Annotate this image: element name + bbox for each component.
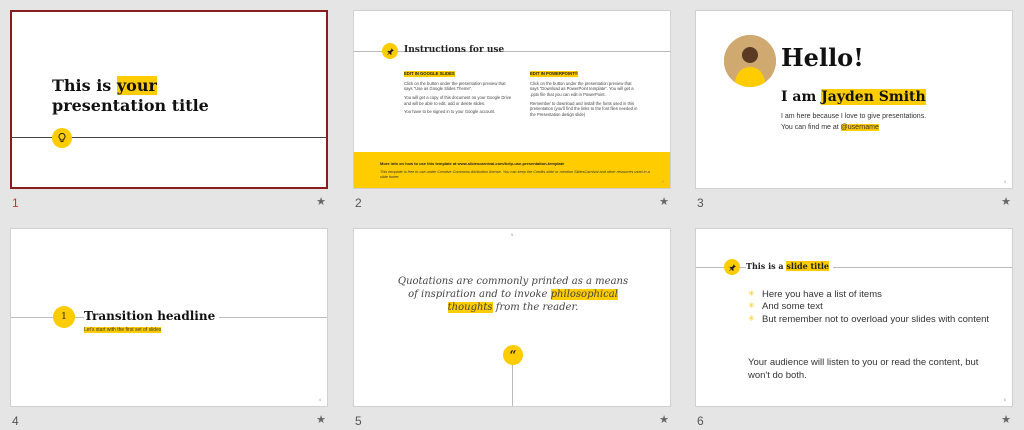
list-item: Here you have a list of items [748,289,1008,301]
speaker-contact: You can find me at @username [781,124,879,131]
avatar [724,35,776,87]
slide-title: This is a slide title [746,261,834,271]
slide-1[interactable]: This is your presentation title [10,10,328,189]
google-slides-instructions: EDIT IN GOOGLE SLIDES Click on the butto… [404,71,512,115]
quote-text: Quotations are commonly printed as a mea… [397,276,629,313]
star-icon[interactable]: ★ [1001,413,1011,426]
star-icon[interactable]: ★ [316,413,326,426]
star-icon[interactable]: ★ [1001,195,1011,208]
divider-line [354,51,670,52]
slide-number: 6 [697,414,704,428]
slide-number: 5 [355,414,362,428]
hello-heading: Hello! [781,43,864,72]
slide-4[interactable]: 1 Transition headline Let's start with t… [10,228,328,407]
transition-subtitle: Let's start with the first set of slides [84,327,162,333]
lightbulb-icon [52,128,72,148]
star-icon[interactable]: ★ [316,195,326,208]
slide-number: 3 [697,196,704,210]
slide-number: 4 [12,414,19,428]
info-footer: More info on how to use this template at… [354,152,670,188]
quote-icon: “ [503,345,523,365]
body-paragraph: Your audience will listen to you or read… [748,357,979,381]
pin-icon [382,43,398,59]
section-number-badge: 1 [53,306,75,328]
slide-3[interactable]: Hello! I am Jayden Smith I am here becau… [695,10,1013,189]
divider-line [696,267,1012,268]
speaker-name: I am Jayden Smith [781,89,926,105]
slide-title: This is your presentation title [52,76,209,115]
speaker-intro: I am here because I love to give present… [781,113,927,120]
star-icon[interactable]: ★ [659,413,669,426]
slide-5[interactable]: 5 Quotations are commonly printed as a m… [353,228,671,407]
list-item: But remember not to overload your slides… [748,314,1008,326]
slide-heading: Instructions for use [404,45,505,55]
pin-icon [724,259,740,275]
bullet-list: Here you have a list of items And some t… [748,289,1008,326]
slide-number: 1 [12,196,19,210]
slide-number: 2 [355,196,362,210]
star-icon[interactable]: ★ [659,195,669,208]
transition-headline: Transition headline [84,309,220,323]
powerpoint-instructions: EDIT IN POWERPOINT® Click on the button … [530,71,638,118]
slide-2[interactable]: Instructions for use EDIT IN GOOGLE SLID… [353,10,671,189]
slide-6[interactable]: This is a slide title Here you have a li… [695,228,1013,407]
list-item: And some text [748,301,1008,313]
